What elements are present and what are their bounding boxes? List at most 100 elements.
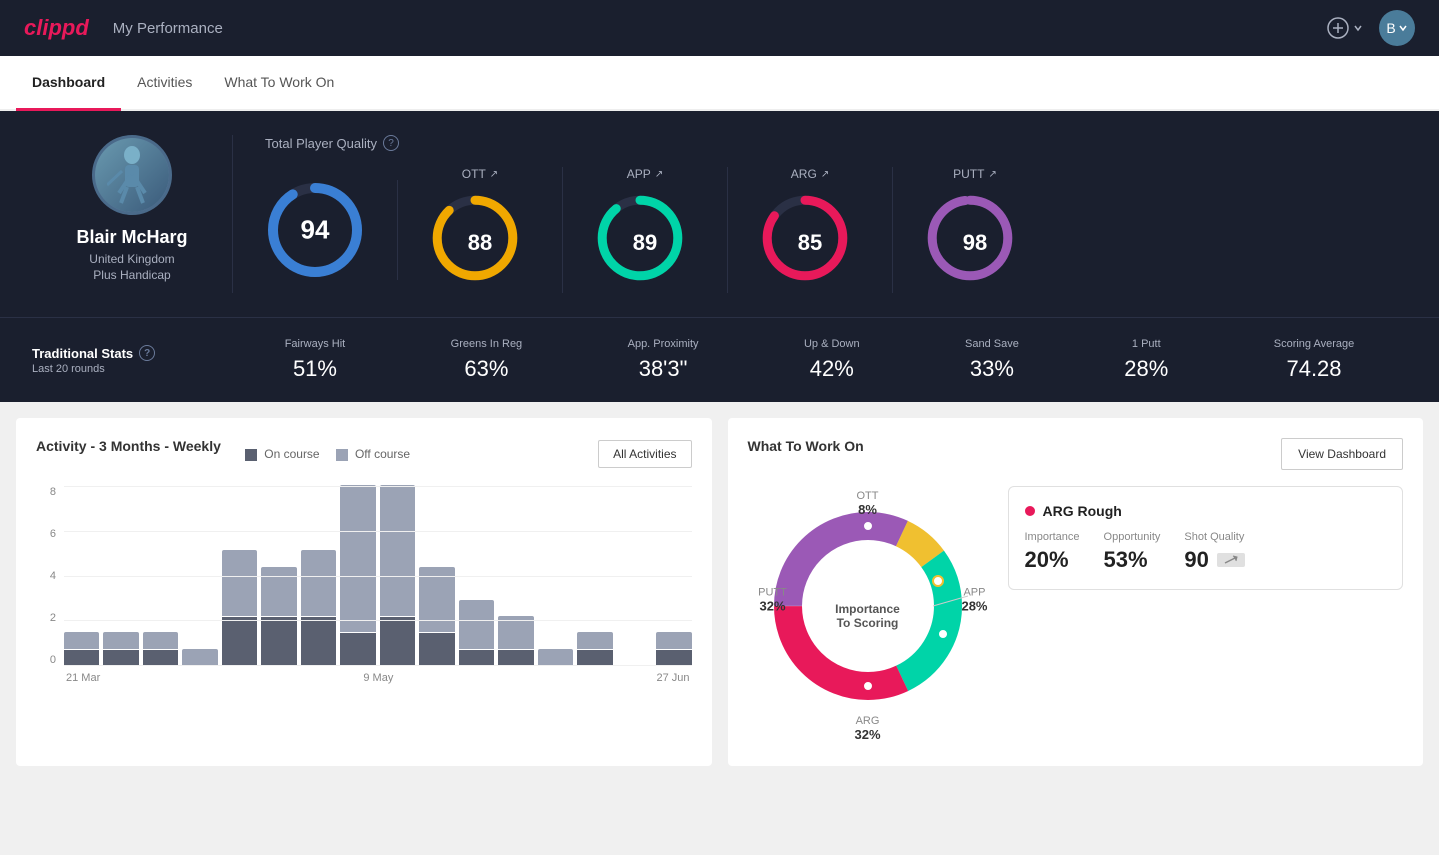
stat-updown-value: 42% xyxy=(810,356,854,382)
arg-ring: 85 xyxy=(760,193,860,293)
header-left: clippd My Performance xyxy=(24,15,223,41)
metric-shot-quality-label: Shot Quality xyxy=(1184,531,1244,543)
add-button[interactable] xyxy=(1327,17,1363,39)
player-handicap: Plus Handicap xyxy=(93,268,170,282)
x-labels: 21 Mar 9 May 27 Jun xyxy=(64,672,692,684)
app-ring: 89 xyxy=(595,193,695,293)
plus-circle-icon xyxy=(1327,17,1349,39)
chart-legend: On course Off course xyxy=(245,447,410,461)
avatar-chevron-icon xyxy=(1398,23,1408,33)
wtwo-title: What To Work On xyxy=(748,438,864,454)
ott-ring: 88 xyxy=(430,193,530,293)
stat-fairways-label: Fairways Hit xyxy=(285,338,346,350)
header: clippd My Performance B xyxy=(0,0,1439,56)
player-banner: Blair McHarg United Kingdom Plus Handica… xyxy=(0,111,1439,317)
stat-1putt-value: 28% xyxy=(1124,356,1168,382)
donut-area: OTT 8% APP 28% ARG 32% PUTT 32% Importa xyxy=(748,486,988,746)
avatar-initial: B xyxy=(1386,20,1395,36)
chart-header: Activity - 3 Months - Weekly On course O… xyxy=(36,438,692,470)
app-donut-label: APP 28% xyxy=(961,587,987,614)
grid-line xyxy=(64,620,692,621)
stat-sandsave-value: 33% xyxy=(970,356,1014,382)
stat-proximity-value: 38'3" xyxy=(639,356,688,382)
grid-line xyxy=(64,665,692,666)
tpq-help-icon[interactable]: ? xyxy=(383,135,399,151)
arg-score: 85 xyxy=(798,230,822,256)
chevron-down-icon xyxy=(1353,23,1363,33)
stats-label-col: Traditional Stats ? Last 20 rounds xyxy=(32,345,232,375)
chart-title: Activity - 3 Months - Weekly xyxy=(36,438,221,454)
ott-donut-label: OTT 8% xyxy=(857,490,879,517)
metric-opportunity: Opportunity 53% xyxy=(1104,531,1161,573)
metric-importance: Importance 20% xyxy=(1025,531,1080,573)
logo: clippd xyxy=(24,15,89,41)
rings-row: 94 OTT ↗ 88 AP xyxy=(265,167,1407,293)
player-country: United Kingdom xyxy=(89,252,174,266)
stat-updown-label: Up & Down xyxy=(804,338,860,350)
chart-grid xyxy=(64,486,692,666)
arg-donut-label: ARG 32% xyxy=(854,715,880,742)
metric-importance-value: 20% xyxy=(1025,547,1080,573)
stat-1putt: 1 Putt 28% xyxy=(1124,338,1168,382)
arg-ring-item: ARG ↗ 85 xyxy=(728,167,893,293)
stat-updown: Up & Down 42% xyxy=(804,338,860,382)
grid-line xyxy=(64,486,692,487)
view-dashboard-button[interactable]: View Dashboard xyxy=(1281,438,1403,470)
grid-line xyxy=(64,576,692,577)
app-label: APP ↗ xyxy=(627,167,663,181)
stat-scoring-label: Scoring Average xyxy=(1274,338,1355,350)
stats-help-icon[interactable]: ? xyxy=(139,345,155,361)
arg-label: ARG ↗ xyxy=(791,167,829,181)
traditional-stats-row: Traditional Stats ? Last 20 rounds Fairw… xyxy=(0,317,1439,402)
metric-opportunity-value: 53% xyxy=(1104,547,1161,573)
arg-arrow-icon: ↗ xyxy=(821,169,829,180)
bottom-section: Activity - 3 Months - Weekly On course O… xyxy=(0,402,1439,782)
tab-what-to-work-on[interactable]: What To Work On xyxy=(208,56,350,111)
chart-y-labels: 8 6 4 2 0 xyxy=(36,486,56,666)
wtwo-header: What To Work On View Dashboard xyxy=(748,438,1404,470)
wtwo-card-title: ARG Rough xyxy=(1043,503,1122,519)
avatar[interactable]: B xyxy=(1379,10,1415,46)
wtwo-content: OTT 8% APP 28% ARG 32% PUTT 32% Importa xyxy=(748,486,1404,746)
logo-text: clippd xyxy=(24,15,89,41)
stat-proximity-label: App. Proximity xyxy=(628,338,699,350)
shot-quality-icon xyxy=(1223,555,1239,565)
golfer-icon xyxy=(107,145,157,205)
ott-arrow-icon: ↗ xyxy=(490,169,498,180)
player-info: Blair McHarg United Kingdom Plus Handica… xyxy=(32,135,232,282)
stat-greens-label: Greens In Reg xyxy=(451,338,523,350)
ott-score: 88 xyxy=(468,230,492,256)
putt-ring-item: PUTT ↗ 98 xyxy=(893,167,1057,293)
activity-panel: Activity - 3 Months - Weekly On course O… xyxy=(16,418,712,766)
all-activities-button[interactable]: All Activities xyxy=(598,440,691,468)
putt-donut-label: PUTT 32% xyxy=(748,587,798,614)
stat-scoring: Scoring Average 74.28 xyxy=(1274,338,1355,382)
stat-proximity: App. Proximity 38'3" xyxy=(628,338,699,382)
chart-area: 8 6 4 2 0 21 Mar xyxy=(36,486,692,706)
app-score: 89 xyxy=(633,230,657,256)
tab-dashboard[interactable]: Dashboard xyxy=(16,56,121,111)
avatar-image xyxy=(95,138,169,212)
player-avatar xyxy=(92,135,172,215)
legend-off-course: Off course xyxy=(336,447,410,461)
legend-off-course-dot xyxy=(336,449,348,461)
stat-1putt-label: 1 Putt xyxy=(1132,338,1161,350)
stat-scoring-value: 74.28 xyxy=(1286,356,1341,382)
putt-arrow-icon: ↗ xyxy=(988,169,996,180)
stats-sublabel: Last 20 rounds xyxy=(32,363,232,375)
grid-line xyxy=(64,531,692,532)
main-score: 94 xyxy=(301,215,330,246)
wtwo-metrics: Importance 20% Opportunity 53% Shot Qual… xyxy=(1025,531,1387,573)
wtwo-card-dot xyxy=(1025,506,1035,516)
tab-activities[interactable]: Activities xyxy=(121,56,208,111)
wtwo-card: ARG Rough Importance 20% Opportunity 53%… xyxy=(1008,486,1404,590)
app-ring-item: APP ↗ 89 xyxy=(563,167,728,293)
metric-importance-label: Importance xyxy=(1025,531,1080,543)
wtwo-card-header: ARG Rough xyxy=(1025,503,1387,519)
stat-sandsave: Sand Save 33% xyxy=(965,338,1019,382)
main-ring: 94 xyxy=(265,180,365,280)
main-ring-item: 94 xyxy=(265,180,398,280)
metric-shot-quality-row: 90 xyxy=(1184,547,1244,573)
ott-ring-item: OTT ↗ 88 xyxy=(398,167,563,293)
stat-greens-value: 63% xyxy=(464,356,508,382)
